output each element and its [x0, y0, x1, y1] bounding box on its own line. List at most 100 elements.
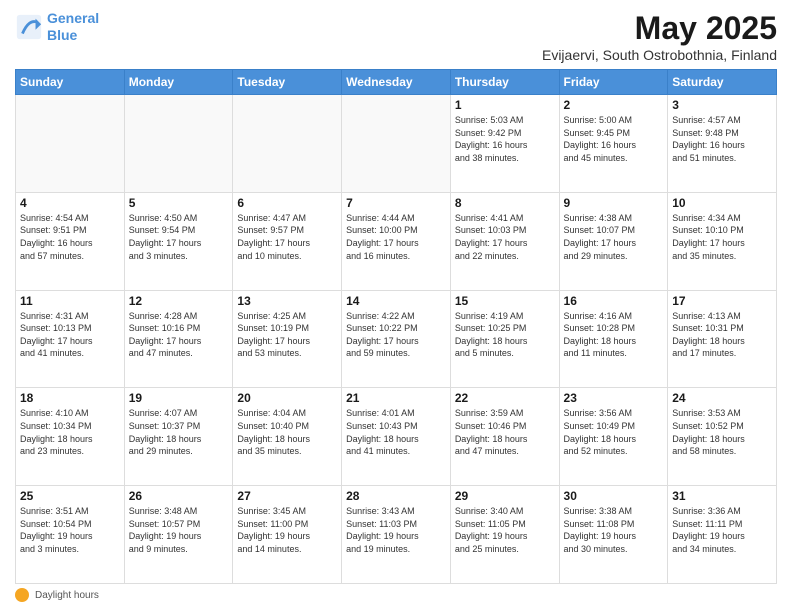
page: General Blue May 2025 Evijaervi, South O… [0, 0, 792, 612]
day-info: Sunrise: 5:00 AM Sunset: 9:45 PM Dayligh… [564, 114, 664, 164]
day-number: 27 [237, 489, 337, 503]
day-info: Sunrise: 3:36 AM Sunset: 11:11 PM Daylig… [672, 505, 772, 555]
day-number: 22 [455, 391, 555, 405]
calendar-week-row: 1 Sunrise: 5:03 AM Sunset: 9:42 PM Daylig… [16, 95, 777, 193]
calendar-cell: 15 Sunrise: 4:19 AM Sunset: 10:25 PM Dayl… [450, 290, 559, 388]
day-info: Sunrise: 3:40 AM Sunset: 11:05 PM Daylig… [455, 505, 555, 555]
day-number: 29 [455, 489, 555, 503]
day-number: 4 [20, 196, 120, 210]
calendar-cell: 8 Sunrise: 4:41 AM Sunset: 10:03 PM Dayli… [450, 192, 559, 290]
calendar-cell: 4 Sunrise: 4:54 AM Sunset: 9:51 PM Daylig… [16, 192, 125, 290]
day-info: Sunrise: 4:38 AM Sunset: 10:07 PM Daylig… [564, 212, 664, 262]
day-number: 17 [672, 294, 772, 308]
day-info: Sunrise: 4:54 AM Sunset: 9:51 PM Dayligh… [20, 212, 120, 262]
day-info: Sunrise: 4:01 AM Sunset: 10:43 PM Daylig… [346, 407, 446, 457]
calendar-cell: 1 Sunrise: 5:03 AM Sunset: 9:42 PM Daylig… [450, 95, 559, 193]
day-number: 8 [455, 196, 555, 210]
weekday-header: Friday [559, 70, 668, 95]
weekday-header: Tuesday [233, 70, 342, 95]
day-number: 20 [237, 391, 337, 405]
calendar-cell: 7Sunrise: 4:44 AM Sunset: 10:00 PM Dayli… [342, 192, 451, 290]
footer: Daylight hours [15, 588, 777, 602]
day-number: 12 [129, 294, 229, 308]
day-number: 6 [237, 196, 337, 210]
calendar-cell: 11Sunrise: 4:31 AM Sunset: 10:13 PM Dayl… [16, 290, 125, 388]
calendar-cell: 25Sunrise: 3:51 AM Sunset: 10:54 PM Dayl… [16, 486, 125, 584]
day-number: 10 [672, 196, 772, 210]
calendar-cell: 28 Sunrise: 3:43 AM Sunset: 11:03 PM Dayl… [342, 486, 451, 584]
day-info: Sunrise: 3:48 AM Sunset: 10:57 PM Daylig… [129, 505, 229, 555]
day-info: Sunrise: 4:22 AM Sunset: 10:22 PM Daylig… [346, 310, 446, 360]
calendar-cell [124, 95, 233, 193]
calendar-cell: 31 Sunrise: 3:36 AM Sunset: 11:11 PM Dayl… [668, 486, 777, 584]
logo-text: General Blue [47, 10, 99, 44]
weekday-header: Thursday [450, 70, 559, 95]
calendar-cell: 14Sunrise: 4:22 AM Sunset: 10:22 PM Dayl… [342, 290, 451, 388]
header: General Blue May 2025 Evijaervi, South O… [15, 10, 777, 63]
day-info: Sunrise: 4:47 AM Sunset: 9:57 PM Dayligh… [237, 212, 337, 262]
sun-icon [15, 588, 29, 602]
calendar-cell: 2 Sunrise: 5:00 AM Sunset: 9:45 PM Daylig… [559, 95, 668, 193]
calendar-week-row: 25Sunrise: 3:51 AM Sunset: 10:54 PM Dayl… [16, 486, 777, 584]
day-number: 5 [129, 196, 229, 210]
day-info: Sunrise: 3:53 AM Sunset: 10:52 PM Daylig… [672, 407, 772, 457]
day-info: Sunrise: 4:13 AM Sunset: 10:31 PM Daylig… [672, 310, 772, 360]
weekday-header: Sunday [16, 70, 125, 95]
calendar-cell: 21Sunrise: 4:01 AM Sunset: 10:43 PM Dayl… [342, 388, 451, 486]
calendar-cell [16, 95, 125, 193]
day-info: Sunrise: 3:45 AM Sunset: 11:00 PM Daylig… [237, 505, 337, 555]
day-info: Sunrise: 3:43 AM Sunset: 11:03 PM Daylig… [346, 505, 446, 555]
day-number: 11 [20, 294, 120, 308]
day-number: 28 [346, 489, 446, 503]
calendar-cell: 29 Sunrise: 3:40 AM Sunset: 11:05 PM Dayl… [450, 486, 559, 584]
calendar-table: SundayMondayTuesdayWednesdayThursdayFrid… [15, 69, 777, 584]
calendar-cell: 23 Sunrise: 3:56 AM Sunset: 10:49 PM Dayl… [559, 388, 668, 486]
day-info: Sunrise: 4:16 AM Sunset: 10:28 PM Daylig… [564, 310, 664, 360]
logo-icon [15, 13, 43, 41]
day-number: 31 [672, 489, 772, 503]
calendar-week-row: 4 Sunrise: 4:54 AM Sunset: 9:51 PM Daylig… [16, 192, 777, 290]
day-info: Sunrise: 4:25 AM Sunset: 10:19 PM Daylig… [237, 310, 337, 360]
calendar-cell: 12 Sunrise: 4:28 AM Sunset: 10:16 PM Dayl… [124, 290, 233, 388]
day-info: Sunrise: 4:28 AM Sunset: 10:16 PM Daylig… [129, 310, 229, 360]
day-number: 30 [564, 489, 664, 503]
calendar-week-row: 18 Sunrise: 4:10 AM Sunset: 10:34 PM Dayl… [16, 388, 777, 486]
day-number: 16 [564, 294, 664, 308]
day-number: 18 [20, 391, 120, 405]
day-number: 9 [564, 196, 664, 210]
day-number: 3 [672, 98, 772, 112]
day-number: 15 [455, 294, 555, 308]
calendar-cell: 10 Sunrise: 4:34 AM Sunset: 10:10 PM Dayl… [668, 192, 777, 290]
day-info: Sunrise: 5:03 AM Sunset: 9:42 PM Dayligh… [455, 114, 555, 164]
calendar-cell: 3Sunrise: 4:57 AM Sunset: 9:48 PM Daylig… [668, 95, 777, 193]
calendar-cell [342, 95, 451, 193]
day-info: Sunrise: 3:56 AM Sunset: 10:49 PM Daylig… [564, 407, 664, 457]
day-number: 24 [672, 391, 772, 405]
footer-label: Daylight hours [35, 590, 99, 601]
calendar-cell: 20 Sunrise: 4:04 AM Sunset: 10:40 PM Dayl… [233, 388, 342, 486]
weekday-header: Monday [124, 70, 233, 95]
calendar-cell: 26 Sunrise: 3:48 AM Sunset: 10:57 PM Dayl… [124, 486, 233, 584]
day-number: 1 [455, 98, 555, 112]
day-number: 23 [564, 391, 664, 405]
day-info: Sunrise: 4:10 AM Sunset: 10:34 PM Daylig… [20, 407, 120, 457]
weekday-header: Wednesday [342, 70, 451, 95]
title-block: May 2025 Evijaervi, South Ostrobothnia, … [542, 10, 777, 63]
calendar-cell: 18 Sunrise: 4:10 AM Sunset: 10:34 PM Dayl… [16, 388, 125, 486]
day-number: 7 [346, 196, 446, 210]
day-info: Sunrise: 4:19 AM Sunset: 10:25 PM Daylig… [455, 310, 555, 360]
main-title: May 2025 [542, 10, 777, 47]
day-number: 2 [564, 98, 664, 112]
day-number: 26 [129, 489, 229, 503]
calendar-cell: 17 Sunrise: 4:13 AM Sunset: 10:31 PM Dayl… [668, 290, 777, 388]
calendar-cell: 13Sunrise: 4:25 AM Sunset: 10:19 PM Dayl… [233, 290, 342, 388]
calendar-cell: 22Sunrise: 3:59 AM Sunset: 10:46 PM Dayl… [450, 388, 559, 486]
day-number: 19 [129, 391, 229, 405]
day-number: 25 [20, 489, 120, 503]
calendar-cell: 27 Sunrise: 3:45 AM Sunset: 11:00 PM Dayl… [233, 486, 342, 584]
day-info: Sunrise: 3:38 AM Sunset: 11:08 PM Daylig… [564, 505, 664, 555]
day-info: Sunrise: 4:04 AM Sunset: 10:40 PM Daylig… [237, 407, 337, 457]
day-info: Sunrise: 4:34 AM Sunset: 10:10 PM Daylig… [672, 212, 772, 262]
day-info: Sunrise: 4:07 AM Sunset: 10:37 PM Daylig… [129, 407, 229, 457]
day-info: Sunrise: 4:41 AM Sunset: 10:03 PM Daylig… [455, 212, 555, 262]
